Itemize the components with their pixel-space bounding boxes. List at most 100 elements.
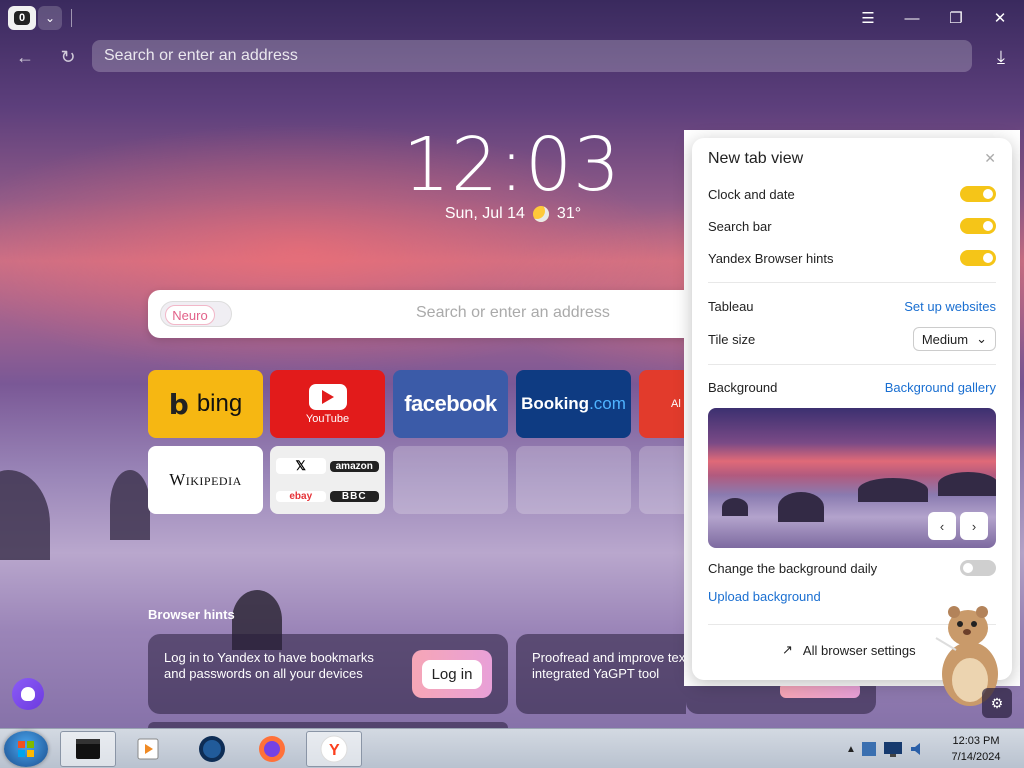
new-tab-view-panel: New tab view ✕ Clock and date Search bar… <box>692 138 1012 680</box>
set-up-websites-link[interactable]: Set up websites <box>904 299 996 314</box>
select-value: Medium <box>921 331 969 347</box>
row-upload: Upload background <box>708 589 996 604</box>
search-bar-toggle[interactable] <box>960 218 996 234</box>
hint-card-yagpt[interactable]: Proofread and improve tex integrated YaG… <box>516 634 686 714</box>
restore-button[interactable]: ❐ <box>942 7 970 29</box>
tab-count-button[interactable]: 0 <box>8 6 36 30</box>
tile-wikipedia[interactable]: Wikipedia <box>148 446 263 514</box>
media-player-icon <box>137 738 159 760</box>
background-preview: ‹ › <box>708 408 996 548</box>
tile-label: Al <box>671 398 681 410</box>
temperature[interactable]: 31° <box>557 205 581 223</box>
change-daily-toggle[interactable] <box>960 560 996 576</box>
tile-empty[interactable] <box>516 446 631 514</box>
neuro-toggle[interactable]: Neuro <box>160 301 232 327</box>
tile-youtube[interactable]: YouTube <box>270 370 385 438</box>
preview-peak <box>858 478 928 502</box>
taskbar: Y ▲ 12:03 PM 7/14/2024 <box>0 728 1024 768</box>
customize-button[interactable]: ⚙ <box>982 688 1012 718</box>
login-button[interactable]: Log in <box>412 650 492 698</box>
tile-label: YouTube <box>305 412 350 425</box>
tile-empty[interactable] <box>393 446 508 514</box>
preview-peak <box>778 492 824 522</box>
hint-text: Log in to Yandex to have bookmarks and p… <box>164 650 374 682</box>
tabs-dropdown-button[interactable]: ⌄ <box>38 6 62 30</box>
all-browser-settings-link[interactable]: ↗ All browser settings <box>782 642 916 658</box>
panel-close-button[interactable]: ✕ <box>984 150 996 167</box>
network-icon[interactable] <box>882 740 904 758</box>
close-icon: ✕ <box>984 150 996 166</box>
clock-date-toggle[interactable] <box>960 186 996 202</box>
tile-bing[interactable]: b bing <box>148 370 263 438</box>
hint-card-login: Log in to Yandex to have bookmarks and p… <box>148 634 508 714</box>
alice-assistant-button[interactable] <box>12 678 44 710</box>
alice-icon <box>21 687 35 701</box>
divider <box>708 282 996 283</box>
sliders-icon: ⚙ <box>990 694 1004 711</box>
firefox-icon <box>259 736 285 762</box>
bing-logo-icon: b <box>168 387 189 421</box>
panel-title: New tab view <box>708 150 804 167</box>
taskbar-yandex-browser[interactable]: Y <box>306 731 362 767</box>
download-icon: ⤓ <box>997 46 1005 67</box>
menu-button[interactable]: ☰ <box>854 7 882 29</box>
taskbar-network[interactable] <box>184 731 240 767</box>
restore-icon: ❐ <box>949 10 963 27</box>
row-label: Search bar <box>708 218 772 234</box>
reload-button[interactable]: ↻ <box>55 44 81 70</box>
address-placeholder: Search or enter an address <box>104 47 298 64</box>
search-placeholder: Search or enter an address <box>416 304 610 321</box>
taskbar-clock[interactable]: 12:03 PM 7/14/2024 <box>940 733 1012 765</box>
taskbar-media-player[interactable] <box>120 731 176 767</box>
hint-line: integrated YaGPT tool <box>532 666 660 681</box>
tray-app-icon[interactable] <box>860 740 878 758</box>
address-bar[interactable]: Search or enter an address <box>92 40 972 72</box>
background-gallery-link[interactable]: Background gallery <box>885 380 996 395</box>
tile-empty[interactable] <box>639 446 689 514</box>
next-background-button[interactable]: › <box>960 512 988 540</box>
preview-peak <box>722 498 748 516</box>
minimize-button[interactable]: — <box>898 7 926 29</box>
tile-label-suffix: .com <box>589 394 626 413</box>
tile-label: facebook <box>404 391 497 416</box>
neuro-label: Neuro <box>165 305 215 325</box>
row-clock-date: Clock and date <box>708 186 996 202</box>
taskbar-terminal[interactable] <box>60 731 116 767</box>
upload-background-link[interactable]: Upload background <box>708 589 821 604</box>
system-tray: ▲ <box>840 731 932 767</box>
bbc-logo-icon: BBC <box>329 490 379 502</box>
close-window-button[interactable]: ✕ <box>986 7 1014 29</box>
minimize-icon: — <box>904 9 920 27</box>
tile-booking[interactable]: Booking .com <box>516 370 631 438</box>
downloads-button[interactable]: ⤓ <box>988 44 1014 70</box>
volume-icon[interactable] <box>908 740 926 758</box>
taskbar-date: 7/14/2024 <box>951 751 1001 763</box>
row-label: Change the background daily <box>708 560 878 576</box>
amazon-logo-icon: amazon <box>329 460 379 472</box>
clock-time: 12:03 <box>402 122 622 208</box>
back-button[interactable]: ← <box>12 44 38 70</box>
tile-facebook[interactable]: facebook <box>393 370 508 438</box>
date-text: Sun, Jul 14 <box>444 205 525 222</box>
tile-group[interactable]: 𝕏 amazon ebay BBC <box>270 446 385 514</box>
start-button[interactable] <box>4 731 48 767</box>
tile-partial[interactable]: Al <box>639 370 689 438</box>
previous-background-button[interactable]: ‹ <box>928 512 956 540</box>
hint-text: Proofread and improve tex integrated YaG… <box>532 650 685 682</box>
row-label: Tile size <box>708 331 756 347</box>
row-label: Yandex Browser hints <box>708 250 834 266</box>
mini-label: amazon <box>335 460 373 472</box>
tile-size-select[interactable]: Medium ⌄ <box>912 327 996 351</box>
terminal-icon <box>76 739 100 759</box>
weather-sun-icon <box>532 206 549 222</box>
taskbar-firefox[interactable] <box>244 731 300 767</box>
reload-icon: ↻ <box>60 46 76 67</box>
row-label: Tableau <box>708 299 754 314</box>
tray-arrow-icon[interactable]: ▲ <box>846 744 856 755</box>
hint-line: Log in to Yandex to have bookmarks <box>164 650 374 665</box>
row-label: Clock and date <box>708 186 795 202</box>
row-label: Background <box>708 380 778 395</box>
yandex-hints-toggle[interactable] <box>960 250 996 266</box>
search-box[interactable]: Neuro Search or enter an address <box>148 290 708 338</box>
divider <box>708 364 996 365</box>
